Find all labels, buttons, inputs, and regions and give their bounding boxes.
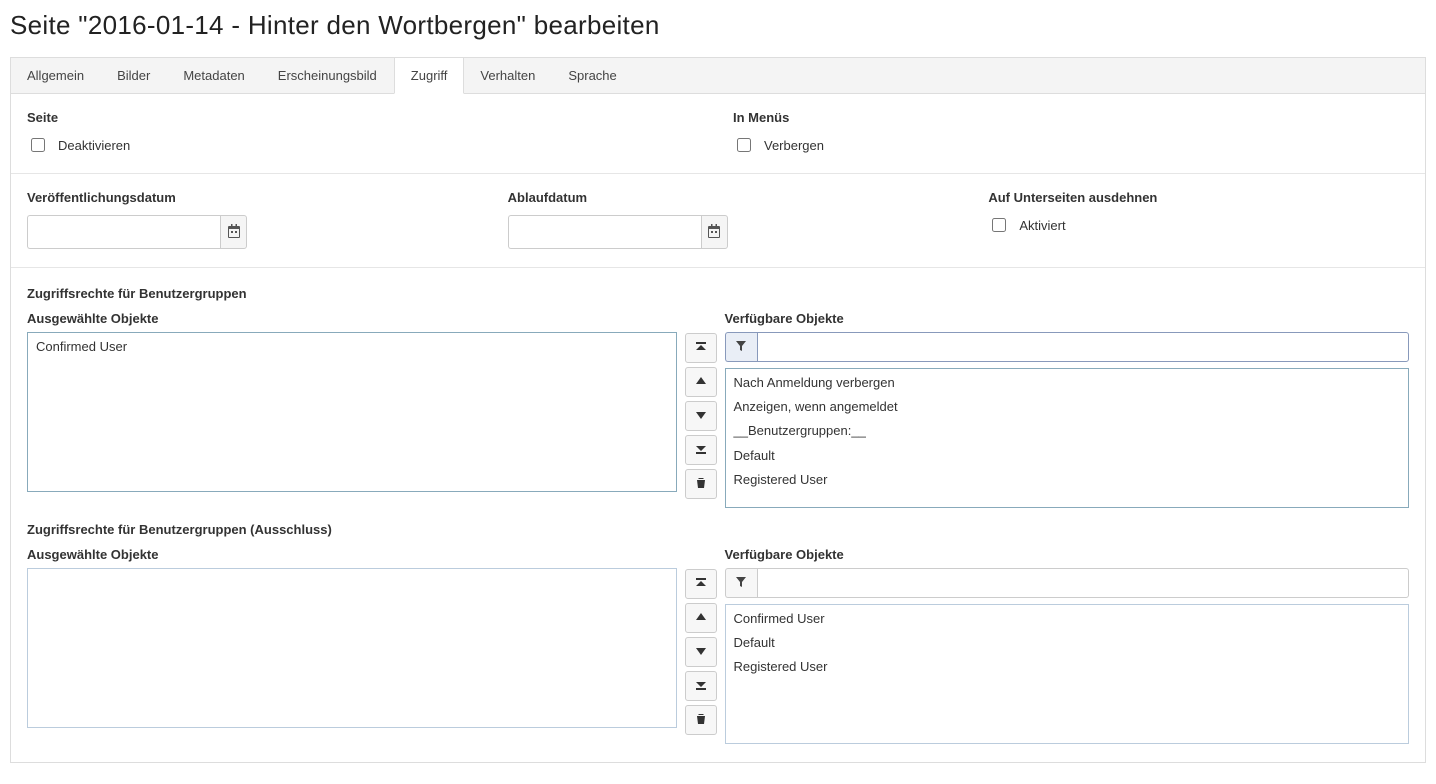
list-item[interactable]: Anzeigen, wenn angemeldet (726, 395, 1408, 419)
section-visibility: Seite Deaktivieren In Menüs Verbergen (11, 94, 1425, 174)
move-down-button[interactable] (685, 401, 717, 431)
checkbox-extend[interactable] (992, 218, 1006, 232)
tab-allgemein[interactable]: Allgemein (11, 58, 101, 93)
label-seite: Seite (27, 110, 703, 125)
groups-excl-picker: Ausgewählte Objekte Verfügbare Objekte C… (27, 547, 1409, 744)
list-item[interactable]: __Benutzergruppen:__ (726, 419, 1408, 443)
expdate-calendar-button[interactable] (701, 215, 728, 249)
excl-remove-button[interactable] (685, 705, 717, 735)
groups-picker: Ausgewählte Objekte Confirmed User Verfü… (27, 311, 1409, 508)
filter-icon (735, 576, 747, 591)
groups-excl-selected-list[interactable] (27, 568, 677, 728)
tab-sprache[interactable]: Sprache (552, 58, 633, 93)
remove-button[interactable] (685, 469, 717, 499)
excl-move-up-button[interactable] (685, 603, 717, 633)
filter-icon (735, 340, 747, 355)
groups-excl-filter-button[interactable] (725, 568, 757, 598)
pubdate-calendar-button[interactable] (220, 215, 247, 249)
label-inmenus: In Menüs (733, 110, 1409, 125)
groups-selected-list[interactable]: Confirmed User (27, 332, 677, 492)
move-up-icon (695, 375, 707, 390)
label-extend: Auf Unterseiten ausdehnen (988, 190, 1409, 205)
checkbox-deaktivieren-wrap[interactable]: Deaktivieren (27, 135, 703, 155)
move-bottom-button[interactable] (685, 435, 717, 465)
move-down-icon (695, 409, 707, 424)
excl-move-top-button[interactable] (685, 569, 717, 599)
move-top-button[interactable] (685, 333, 717, 363)
move-up-button[interactable] (685, 367, 717, 397)
list-item[interactable]: Confirmed User (28, 335, 676, 359)
tab-verhalten[interactable]: Verhalten (464, 58, 552, 93)
move-bottom-icon (695, 679, 707, 694)
checkbox-verbergen[interactable] (737, 138, 751, 152)
groups-excl-available-list[interactable]: Confirmed UserDefaultRegistered User (725, 604, 1409, 744)
calendar-icon (706, 223, 722, 242)
list-item[interactable]: Nach Anmeldung verbergen (726, 371, 1408, 395)
move-down-icon (695, 645, 707, 660)
move-top-icon (695, 341, 707, 356)
label-groups-excl-available: Verfügbare Objekte (725, 547, 1409, 562)
checkbox-deaktivieren[interactable] (31, 138, 45, 152)
groups-filter-input[interactable] (757, 332, 1409, 362)
section-groups: Zugriffsrechte für Benutzergruppen Ausge… (11, 268, 1425, 516)
pubdate-input[interactable] (27, 215, 220, 249)
excl-move-down-button[interactable] (685, 637, 717, 667)
list-item[interactable]: Default (726, 444, 1408, 468)
expdate-input[interactable] (508, 215, 701, 249)
main-panel: Allgemein Bilder Metadaten Erscheinungsb… (10, 57, 1426, 763)
tab-zugriff[interactable]: Zugriff (394, 57, 465, 94)
groups-filter-button[interactable] (725, 332, 757, 362)
trash-icon (695, 477, 707, 492)
pubdate-group (27, 215, 247, 249)
page-title: Seite "2016-01-14 - Hinter den Wortberge… (10, 10, 1426, 41)
trash-icon (695, 713, 707, 728)
excl-move-bottom-button[interactable] (685, 671, 717, 701)
label-groups-selected: Ausgewählte Objekte (27, 311, 677, 326)
groups-available-list[interactable]: Nach Anmeldung verbergenAnzeigen, wenn a… (725, 368, 1409, 508)
list-item[interactable]: Default (726, 631, 1408, 655)
section-dates: Veröffentlichungsdatum Ablaufdatum (11, 174, 1425, 268)
list-item[interactable]: Registered User (726, 468, 1408, 492)
tab-erscheinungsbild[interactable]: Erscheinungsbild (262, 58, 394, 93)
checkbox-extend-label: Aktiviert (1019, 218, 1065, 233)
checkbox-extend-wrap[interactable]: Aktiviert (988, 215, 1409, 235)
tab-bilder[interactable]: Bilder (101, 58, 167, 93)
checkbox-deaktivieren-label: Deaktivieren (58, 138, 130, 153)
list-item[interactable]: Registered User (726, 655, 1408, 679)
move-up-icon (695, 611, 707, 626)
groups-excl-filter-input[interactable] (757, 568, 1409, 598)
label-groups-available: Verfügbare Objekte (725, 311, 1409, 326)
section-groups-excl: Zugriffsrechte für Benutzergruppen (Auss… (11, 516, 1425, 762)
move-bottom-icon (695, 443, 707, 458)
checkbox-verbergen-wrap[interactable]: Verbergen (733, 135, 1409, 155)
list-item[interactable]: Confirmed User (726, 607, 1408, 631)
tab-metadaten[interactable]: Metadaten (167, 58, 261, 93)
heading-groups-excl: Zugriffsrechte für Benutzergruppen (Auss… (27, 522, 1409, 537)
calendar-icon (226, 223, 242, 242)
label-pubdate: Veröffentlichungsdatum (27, 190, 448, 205)
tab-bar: Allgemein Bilder Metadaten Erscheinungsb… (11, 58, 1425, 94)
expdate-group (508, 215, 728, 249)
move-top-icon (695, 577, 707, 592)
checkbox-verbergen-label: Verbergen (764, 138, 824, 153)
heading-groups: Zugriffsrechte für Benutzergruppen (27, 286, 1409, 301)
label-expdate: Ablaufdatum (508, 190, 929, 205)
label-groups-excl-selected: Ausgewählte Objekte (27, 547, 677, 562)
